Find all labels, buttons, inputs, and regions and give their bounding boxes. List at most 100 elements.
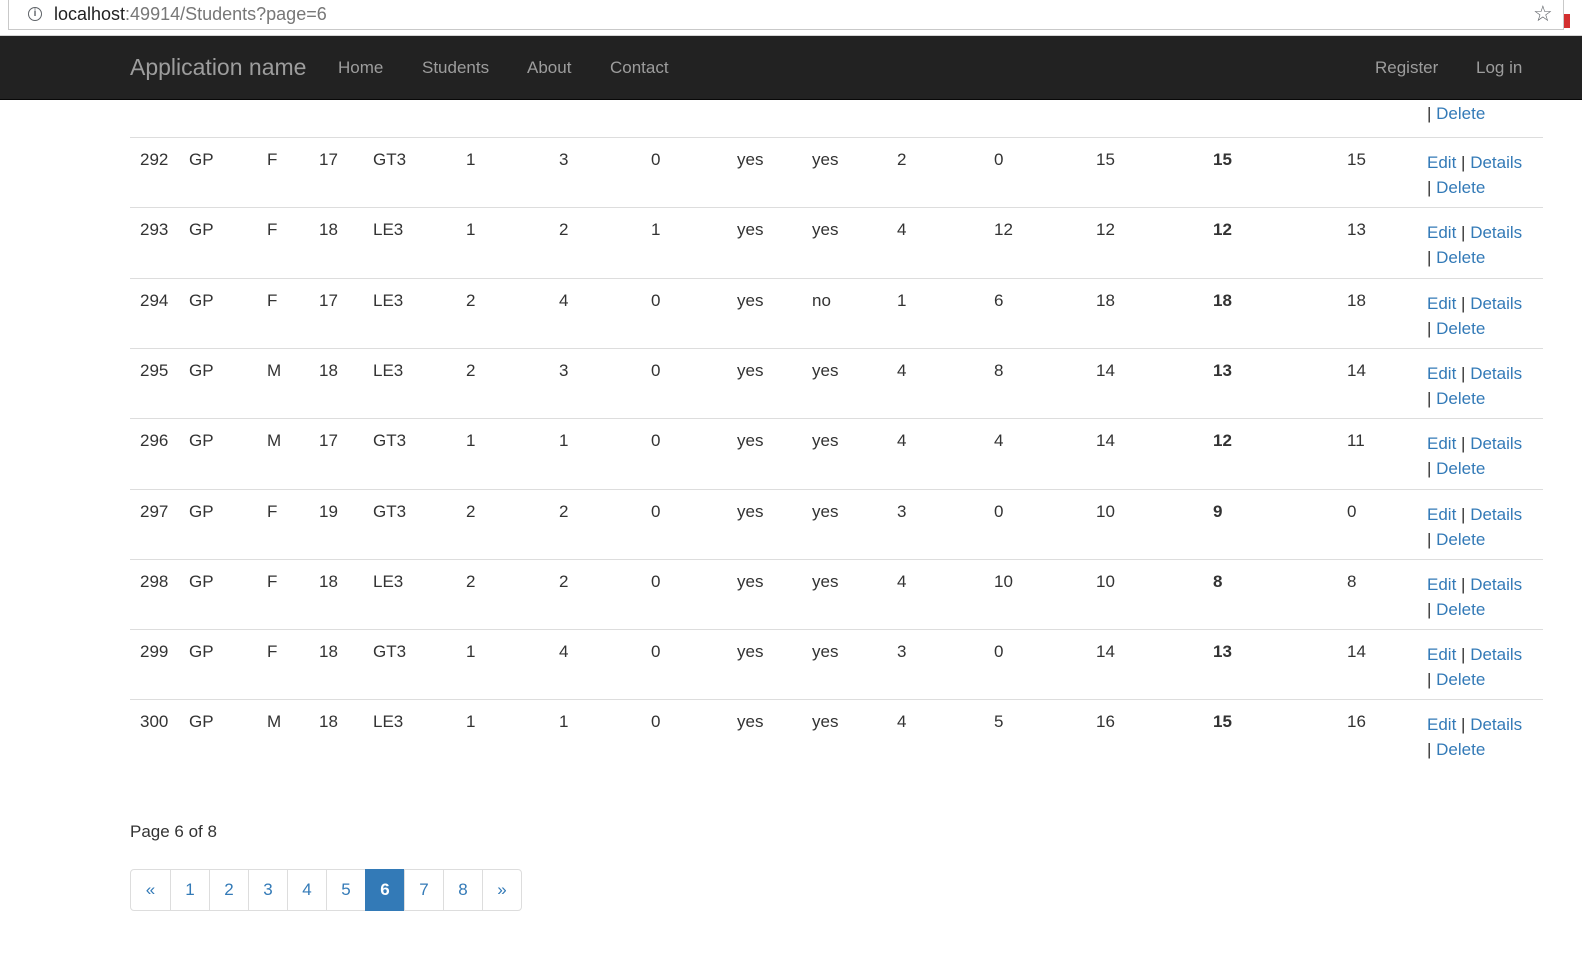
details-link[interactable]: Details: [1470, 364, 1522, 383]
first-page-button[interactable]: «: [130, 869, 171, 911]
page-7-button[interactable]: 7: [404, 869, 444, 911]
row-actions: Edit | Details | Delete: [1427, 712, 1522, 762]
details-link[interactable]: Details: [1470, 575, 1522, 594]
details-link[interactable]: Details: [1470, 645, 1522, 664]
cell-school: GP: [189, 642, 214, 662]
action-separator: |: [1461, 715, 1466, 735]
cell-g2: 13: [1213, 642, 1232, 662]
page-info: Page 6 of 8: [130, 822, 217, 841]
delete-link[interactable]: Delete: [1436, 248, 1485, 267]
cell-id: 292: [140, 150, 169, 169]
url-box[interactable]: i localhost:49914/Students?page=6 ☆: [8, 0, 1564, 30]
details-link[interactable]: Details: [1470, 223, 1522, 242]
delete-link[interactable]: Delete: [1436, 459, 1485, 478]
page-5-button[interactable]: 5: [326, 869, 366, 911]
bookmark-star-icon[interactable]: ☆: [1533, 1, 1553, 27]
cell-age: 18: [319, 360, 338, 380]
row-actions: Edit | Details | Delete: [1427, 431, 1522, 481]
nav-contact[interactable]: Contact: [610, 58, 669, 78]
delete-link[interactable]: Delete: [1436, 600, 1485, 619]
nav-login[interactable]: Log in: [1476, 58, 1522, 78]
action-separator: |: [1427, 104, 1432, 123]
row-actions: Edit | Details | Delete: [1427, 502, 1522, 552]
delete-link[interactable]: Delete: [1436, 178, 1485, 197]
cell-sex: F: [267, 642, 278, 662]
cell-g3: 13: [1347, 220, 1366, 240]
edit-link[interactable]: Edit: [1427, 434, 1456, 453]
cell-failures: 0: [651, 290, 661, 310]
edit-link[interactable]: Edit: [1427, 364, 1456, 383]
row-actions: Edit | Details | Delete: [1427, 291, 1522, 341]
cell-medu: 2: [466, 360, 476, 380]
brand-link[interactable]: Application name: [130, 54, 306, 81]
nav-register[interactable]: Register: [1375, 58, 1438, 78]
cell-famsize: LE3: [373, 220, 404, 240]
last-page-button[interactable]: »: [482, 869, 522, 911]
cell-schoolsup: yes: [737, 501, 764, 521]
extension-icon[interactable]: [1564, 14, 1570, 28]
delete-link[interactable]: Delete: [1436, 319, 1485, 338]
cell-age: 18: [319, 642, 338, 662]
nav-home[interactable]: Home: [338, 58, 383, 78]
edit-link[interactable]: Edit: [1427, 575, 1456, 594]
cell-schoolsup: yes: [737, 150, 764, 169]
navbar: Application name Home Students About Con…: [0, 36, 1582, 100]
edit-link[interactable]: Edit: [1427, 715, 1456, 734]
table-row: 296 GP M 17 GT3 1 1 0 yes yes 4 4 14 12 11 Edit | Detai…: [130, 418, 1543, 488]
page-1-button[interactable]: 1: [170, 869, 210, 911]
row-actions: Edit | Details | Delete: [1427, 361, 1522, 411]
page-3-button[interactable]: 3: [248, 869, 288, 911]
cell-medu: 2: [466, 571, 476, 591]
cell-absences: 12: [994, 220, 1013, 240]
cell-famrel: 4: [897, 431, 907, 451]
row-actions: Edit | Details | Delete: [1427, 220, 1522, 270]
page-6-button[interactable]: 6: [365, 869, 405, 911]
cell-fedu: 4: [559, 290, 569, 310]
cell-failures: 0: [651, 501, 661, 521]
page-2-button[interactable]: 2: [209, 869, 249, 911]
edit-link[interactable]: Edit: [1427, 645, 1456, 664]
details-link[interactable]: Details: [1470, 715, 1522, 734]
cell-schoolsup: yes: [737, 571, 764, 591]
details-link[interactable]: Details: [1470, 153, 1522, 172]
url-text[interactable]: localhost:49914/Students?page=6: [54, 4, 327, 25]
table-row: 299 GP F 18 GT3 1 4 0 yes yes 3 0 14 13 14 Edit | Detai…: [130, 629, 1543, 699]
nav-about[interactable]: About: [527, 58, 571, 78]
page-8-button[interactable]: 8: [443, 869, 483, 911]
edit-link[interactable]: Edit: [1427, 505, 1456, 524]
cell-famsize: LE3: [373, 290, 404, 310]
edit-link[interactable]: Edit: [1427, 294, 1456, 313]
cell-famsup: yes: [812, 220, 839, 240]
table-row: 298 GP F 18 LE3 2 2 0 yes yes 4 10 10 8 8 Edit | Detail…: [130, 558, 1543, 629]
edit-link[interactable]: Edit: [1427, 153, 1456, 172]
delete-link[interactable]: Delete: [1436, 740, 1485, 759]
details-link[interactable]: Details: [1470, 434, 1522, 453]
cell-famrel: 2: [897, 150, 907, 169]
cell-medu: 1: [466, 220, 476, 240]
delete-link[interactable]: Delete: [1436, 104, 1485, 123]
delete-link[interactable]: Delete: [1436, 389, 1485, 408]
action-separator: |: [1461, 293, 1466, 313]
edit-link[interactable]: Edit: [1427, 223, 1456, 242]
delete-link[interactable]: Delete: [1436, 670, 1485, 689]
cell-g2: 15: [1213, 150, 1232, 169]
cell-famrel: 1: [897, 290, 907, 310]
details-link[interactable]: Details: [1470, 294, 1522, 313]
action-separator: |: [1427, 740, 1432, 760]
nav-students[interactable]: Students: [422, 58, 489, 78]
delete-link[interactable]: Delete: [1436, 530, 1485, 549]
cell-id: 298: [140, 571, 169, 591]
cell-g1: 16: [1096, 712, 1115, 732]
action-separator: |: [1461, 504, 1466, 524]
cell-famrel: 4: [897, 571, 907, 591]
prev-row-actions: | Delete: [1427, 104, 1485, 124]
cell-medu: 1: [466, 150, 476, 169]
details-link[interactable]: Details: [1470, 505, 1522, 524]
page-4-button[interactable]: 4: [287, 869, 327, 911]
cell-age: 18: [319, 571, 338, 591]
cell-famsize: LE3: [373, 360, 404, 380]
table-row: 295 GP M 18 LE3 2 3 0 yes yes 4 8 14 13 14 Edit | Detai…: [130, 347, 1543, 418]
action-separator: |: [1427, 459, 1432, 479]
info-icon[interactable]: i: [28, 7, 42, 21]
cell-id: 294: [140, 290, 169, 310]
